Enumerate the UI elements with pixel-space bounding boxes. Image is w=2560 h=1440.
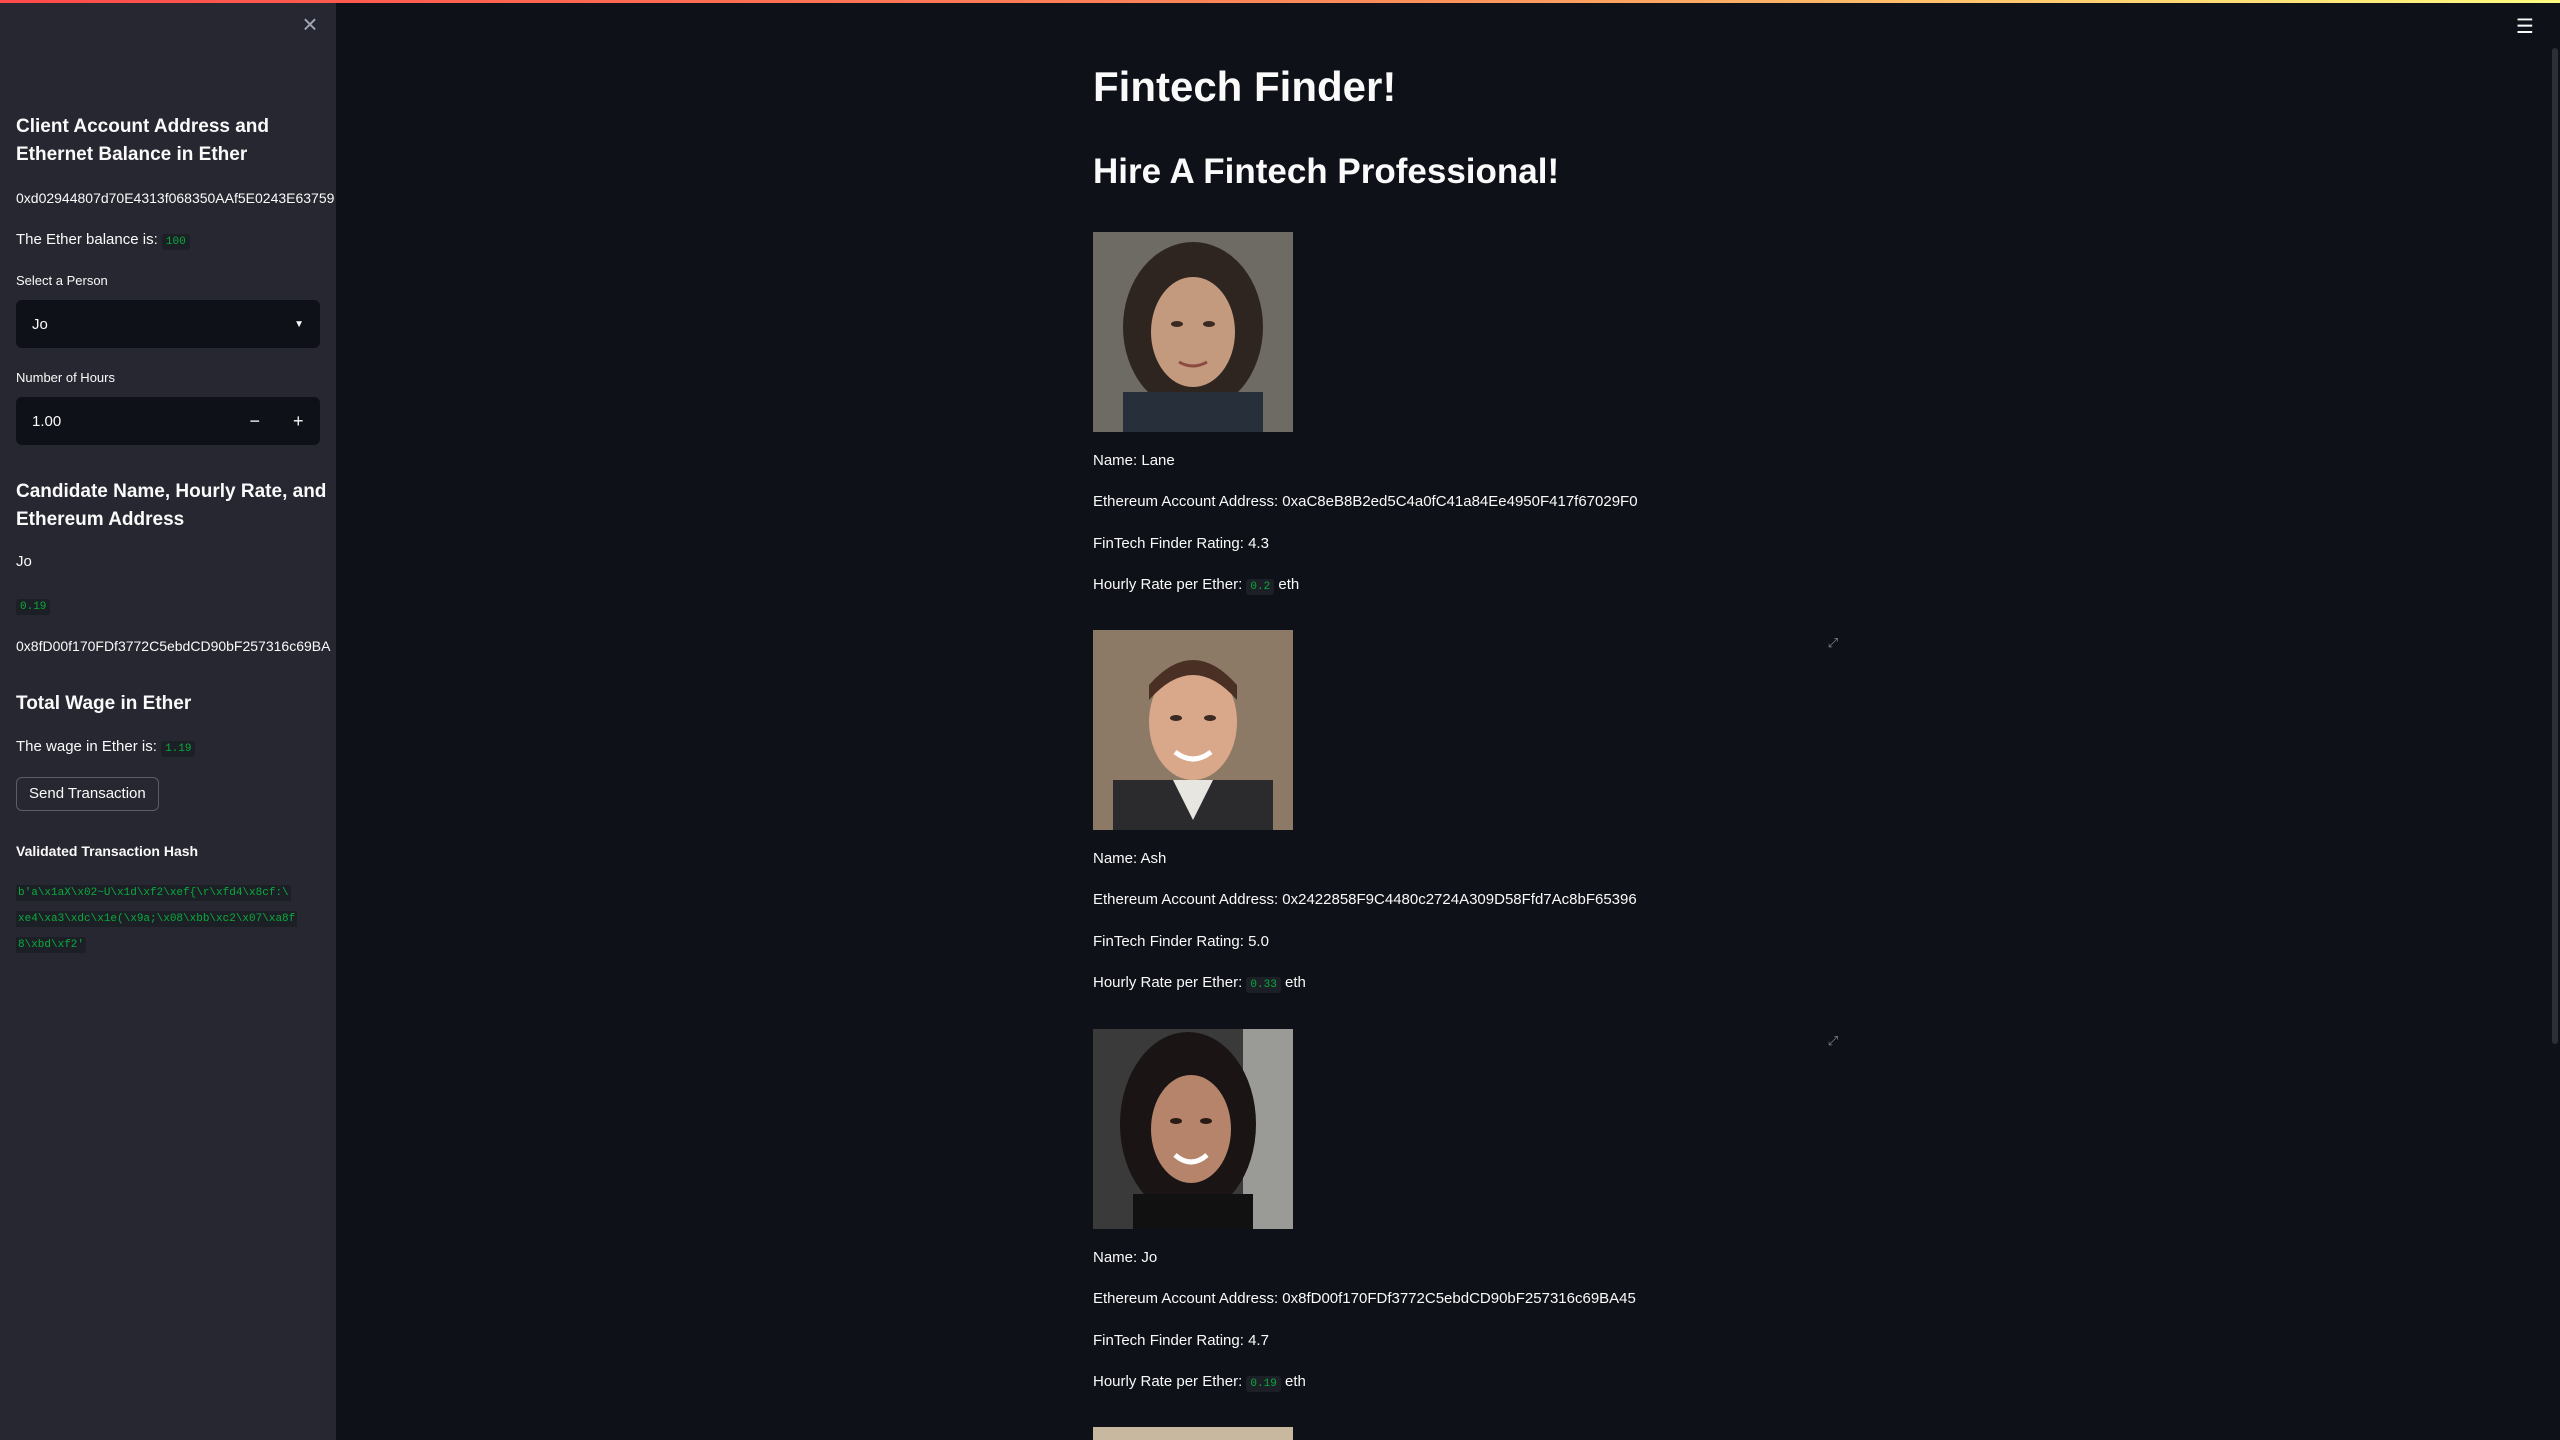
rate-unit: eth	[1284, 974, 1306, 991]
page-title: Fintech Finder!	[1093, 63, 1397, 110]
candidate-photo	[1093, 630, 1293, 830]
rate-value: 0.19	[1246, 1376, 1281, 1392]
woman-portrait-icon	[1093, 232, 1293, 432]
scrollbar[interactable]	[2552, 48, 2558, 1044]
candidate-card: Name: Jo Ethereum Account Address: 0x8fD…	[1093, 1029, 1853, 1427]
hash-heading: Validated Transaction Hash	[16, 843, 199, 859]
candidate-photo	[1093, 1427, 1293, 1440]
fullscreen-icon[interactable]: ⤢	[1824, 634, 1842, 652]
candidate-card: Name: Lane Ethereum Account Address: 0xa…	[1093, 232, 1853, 630]
close-sidebar-icon[interactable]: ×	[298, 11, 322, 37]
candidate-name: Jo	[16, 553, 32, 570]
wage-value: 1.19	[161, 741, 196, 757]
rate-label: Hourly Rate per Ether:	[1093, 576, 1243, 593]
candidate-rate: 0.19	[16, 599, 51, 615]
balance-line: The Ether balance is: 100	[16, 230, 190, 250]
select-person-label: Select a Person	[16, 273, 108, 288]
hash-line: 8\xbd\xf2'	[16, 937, 87, 953]
candidate-address: Ethereum Account Address: 0x8fD00f170FDf…	[1093, 1290, 1636, 1307]
hours-input[interactable]	[16, 397, 233, 445]
candidate-rate-line: Hourly Rate per Ether: 0.19 eth	[1093, 1372, 1306, 1392]
sidebar: × Client Account Address and Ethernet Ba…	[0, 0, 336, 1440]
candidate-rate-line: Hourly Rate per Ether: 0.2 eth	[1093, 575, 1299, 595]
rate-label: Hourly Rate per Ether:	[1093, 1373, 1243, 1390]
balance-label: The Ether balance is:	[16, 231, 158, 248]
candidate-address: Ethereum Account Address: 0xaC8eB8B2ed5C…	[1093, 493, 1638, 510]
send-transaction-button[interactable]: Send Transaction	[16, 777, 159, 811]
rate-value: 0.33	[1246, 977, 1281, 993]
rate-unit: eth	[1278, 576, 1300, 593]
woman-portrait-icon	[1093, 1029, 1293, 1229]
rate-label: Hourly Rate per Ether:	[1093, 974, 1243, 991]
candidate-name: Name: Jo	[1093, 1249, 1158, 1266]
account-heading-line1: Client Account Address and	[16, 116, 270, 137]
candidate-name: Name: Lane	[1093, 452, 1175, 469]
candidate-heading-line2: Ethereum Address	[16, 509, 185, 530]
chevron-down-icon: ▼	[294, 318, 304, 330]
account-address: 0xd02944807d70E4313f068350AAf5E0243E6375…	[16, 190, 335, 206]
hours-label: Number of Hours	[16, 370, 115, 385]
candidate-card: Name: Ash Ethereum Account Address: 0x24…	[1093, 630, 1853, 1028]
page-subtitle: Hire A Fintech Professional!	[1093, 152, 1560, 191]
candidate-rating: FinTech Finder Rating: 4.3	[1093, 535, 1269, 552]
hash-line: b'a\x1aX\x02~U\x1d\xf2\xef{\r\xfd4\x8cf:…	[16, 885, 291, 901]
candidate-name: Name: Ash	[1093, 850, 1167, 867]
account-heading-line2: Ethernet Balance in Ether	[16, 144, 248, 165]
account-heading: Client Account Address and Ethernet Bala…	[16, 113, 269, 169]
wage-line: The wage in Ether is: 1.19	[16, 737, 196, 757]
man-portrait-icon	[1093, 630, 1293, 830]
candidate-address: 0x8fD00f170FDf3772C5ebdCD90bF257316c69BA	[16, 638, 331, 654]
hours-number-input: − +	[16, 397, 320, 445]
candidate-heading-line1: Candidate Name, Hourly Rate, and	[16, 481, 327, 502]
hash-line: xe4\xa3\xdc\x1e(\x9a;\x08\xbb\xc2\x07\xa…	[16, 911, 298, 927]
menu-icon[interactable]: ☰	[2514, 16, 2536, 38]
candidate-photo	[1093, 232, 1293, 432]
wage-label: The wage in Ether is:	[16, 738, 157, 755]
top-decoration-bar	[0, 0, 2560, 3]
rate-unit: eth	[1284, 1373, 1306, 1390]
increment-button[interactable]: +	[277, 397, 321, 445]
balance-value: 100	[161, 234, 190, 250]
rate-value: 0.2	[1246, 579, 1275, 595]
transaction-hash: b'a\x1aX\x02~U\x1d\xf2\xef{\r\xfd4\x8cf:…	[16, 880, 320, 958]
select-person-dropdown[interactable]: Jo ▼	[16, 300, 320, 348]
candidate-photo	[1093, 1029, 1293, 1229]
candidate-heading: Candidate Name, Hourly Rate, and Ethereu…	[16, 478, 326, 534]
main-area: ☰ Fintech Finder! Hire A Fintech Profess…	[336, 0, 2560, 1440]
candidate-rate-line: Hourly Rate per Ether: 0.33 eth	[1093, 973, 1306, 993]
candidate-rating: FinTech Finder Rating: 5.0	[1093, 933, 1269, 950]
fullscreen-icon[interactable]: ⤢	[1824, 1032, 1842, 1050]
select-person-value: Jo	[32, 315, 48, 333]
candidate-rating: FinTech Finder Rating: 4.7	[1093, 1332, 1269, 1349]
wage-heading: Total Wage in Ether	[16, 693, 192, 714]
candidate-address: Ethereum Account Address: 0x2422858F9C44…	[1093, 891, 1637, 908]
candidate-rate-line: 0.19	[16, 595, 51, 615]
decrement-button[interactable]: −	[233, 397, 277, 445]
